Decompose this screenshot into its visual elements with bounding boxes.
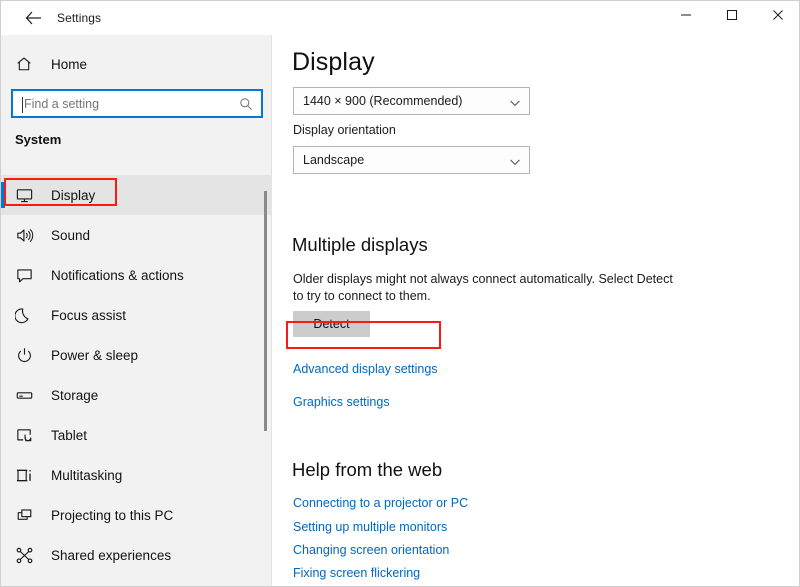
sidebar-item-multitasking-label: Multitasking [51, 467, 123, 483]
sidebar-item-home-label: Home [51, 56, 88, 72]
search-input[interactable] [24, 91, 229, 116]
advanced-display-settings-link[interactable]: Advanced display settings [293, 362, 438, 376]
sidebar-item-focus-assist-label: Focus assist [51, 307, 127, 323]
sidebar-item-storage[interactable]: Storage [1, 375, 272, 415]
sidebar-item-sound[interactable]: Sound [1, 215, 272, 255]
sidebar-item-display-label: Display [51, 187, 96, 203]
sidebar-nav-list: Display Sound Notifications & actions Fo… [1, 175, 272, 575]
help-link-multiple-monitors[interactable]: Setting up multiple monitors [293, 520, 447, 534]
notification-bubble-icon [15, 266, 51, 285]
resolution-value: 1440 × 900 (Recommended) [303, 94, 463, 108]
multiple-displays-heading: Multiple displays [292, 234, 428, 255]
search-icon[interactable] [238, 96, 254, 112]
moon-icon [15, 306, 51, 325]
sidebar-item-notifications[interactable]: Notifications & actions [1, 255, 272, 295]
sidebar-scrollbar-thumb[interactable] [264, 191, 267, 431]
help-link-screen-flickering[interactable]: Fixing screen flickering [293, 566, 420, 580]
resolution-dropdown[interactable]: 1440 × 900 (Recommended) [293, 87, 530, 115]
sidebar-item-power-sleep-label: Power & sleep [51, 347, 139, 363]
graphics-settings-link[interactable]: Graphics settings [293, 395, 390, 409]
orientation-value: Landscape [303, 153, 365, 167]
sidebar: Home System [1, 1, 272, 586]
minimize-button[interactable] [663, 1, 709, 32]
orientation-label: Display orientation [293, 123, 396, 137]
help-link-connecting-projector[interactable]: Connecting to a projector or PC [293, 496, 468, 510]
sidebar-item-notifications-label: Notifications & actions [51, 267, 184, 283]
sidebar-group-header: System [15, 132, 62, 147]
sidebar-item-sound-label: Sound [51, 227, 91, 243]
home-icon [15, 55, 51, 73]
shared-nodes-icon [15, 546, 51, 565]
sidebar-item-focus-assist[interactable]: Focus assist [1, 295, 272, 335]
sidebar-item-tablet-label: Tablet [51, 427, 88, 443]
sidebar-item-projecting[interactable]: Projecting to this PC [1, 495, 272, 535]
sidebar-item-storage-label: Storage [51, 387, 99, 403]
sidebar-scrollbar[interactable] [260, 131, 270, 581]
chevron-down-icon [509, 155, 521, 167]
sidebar-item-display[interactable]: Display [1, 175, 272, 215]
speaker-icon [15, 226, 51, 245]
sidebar-item-shared-experiences-label: Shared experiences [51, 547, 172, 563]
sidebar-item-tablet[interactable]: Tablet [1, 415, 272, 455]
window-title: Settings [57, 11, 102, 25]
maximize-button[interactable] [709, 1, 755, 32]
selection-indicator [1, 182, 5, 208]
chevron-down-icon [509, 96, 521, 108]
page-title: Display [292, 48, 375, 76]
main-content: Display 1440 × 900 (Recommended) Display… [273, 35, 799, 586]
close-button[interactable] [755, 1, 799, 32]
minimize-icon [680, 8, 692, 26]
text-caret [22, 97, 23, 113]
help-from-web-heading: Help from the web [292, 459, 443, 480]
back-arrow-icon [25, 11, 42, 25]
settings-window: Settings Home Find a setting System Disp… [0, 0, 800, 587]
tablet-touch-icon [15, 426, 51, 445]
multitasking-icon [15, 466, 51, 485]
sidebar-item-multitasking[interactable]: Multitasking [1, 455, 272, 495]
orientation-dropdown[interactable]: Landscape [293, 146, 530, 174]
projecting-icon [15, 506, 51, 525]
sidebar-item-power-sleep[interactable]: Power & sleep [1, 335, 272, 375]
help-link-screen-orientation[interactable]: Changing screen orientation [293, 543, 449, 557]
close-icon [772, 8, 784, 26]
detect-button[interactable]: Detect [293, 311, 370, 337]
power-icon [15, 346, 51, 365]
sidebar-item-shared-experiences[interactable]: Shared experiences [1, 535, 272, 575]
monitor-icon [15, 186, 51, 205]
search-box[interactable] [11, 89, 263, 118]
back-button[interactable] [11, 1, 55, 35]
multiple-displays-description: Older displays might not always connect … [293, 272, 673, 303]
title-bar: Settings [1, 1, 799, 35]
sidebar-item-projecting-label: Projecting to this PC [51, 507, 174, 523]
maximize-icon [726, 8, 738, 26]
sidebar-item-home[interactable]: Home [1, 46, 272, 82]
drive-icon [15, 386, 51, 405]
